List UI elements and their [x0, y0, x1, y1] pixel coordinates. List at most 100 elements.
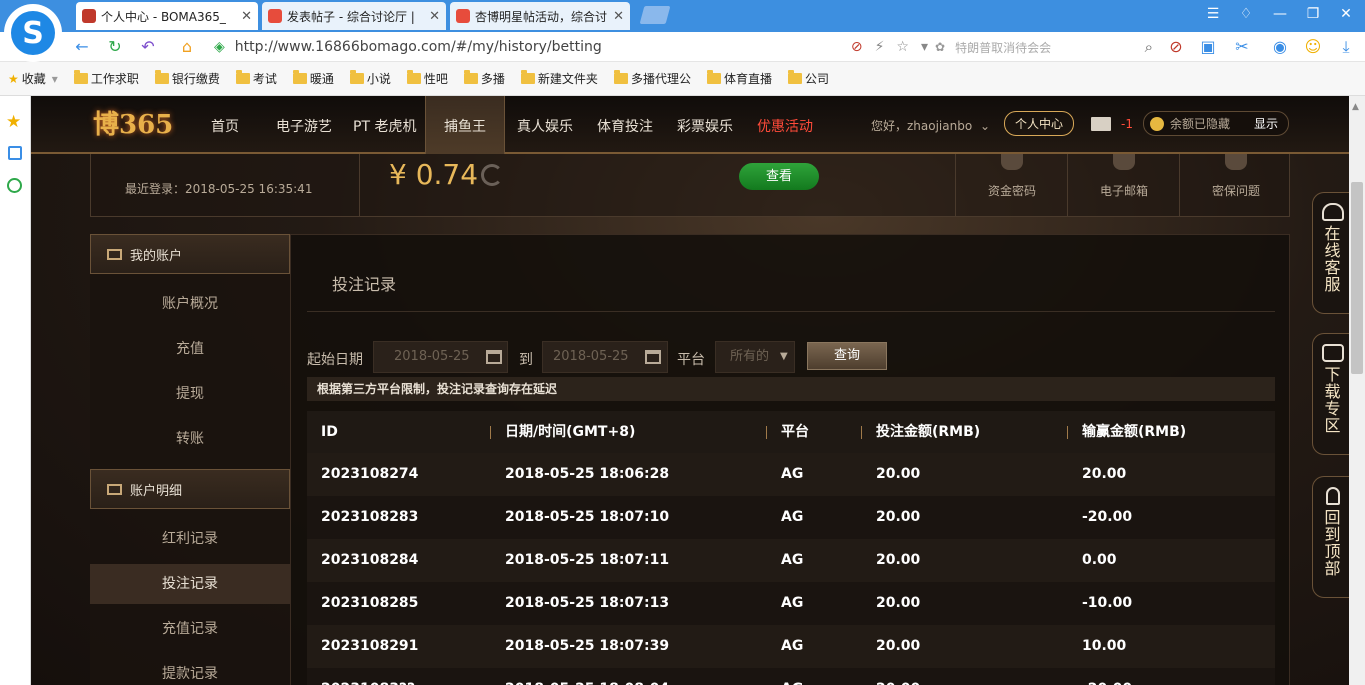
email-link[interactable]: 电子邮箱: [1067, 154, 1180, 216]
favorites-star-icon[interactable]: ★: [6, 112, 21, 132]
minimize-icon[interactable]: —: [1270, 6, 1290, 22]
end-date-input[interactable]: 2018-05-25: [542, 341, 668, 373]
menu-bonus-records[interactable]: 红利记录: [90, 519, 290, 559]
user-greeting[interactable]: 您好，zhaojianbo ⌄: [871, 117, 990, 134]
menu-deposit-records[interactable]: 充值记录: [90, 609, 290, 649]
url-text[interactable]: http://www.16866bomago.com/#/my/history/…: [235, 39, 602, 55]
undo-icon[interactable]: ↶: [138, 37, 158, 56]
tab-activity[interactable]: 杏博明星帖活动，综合讨 ✕: [450, 2, 630, 30]
nav-home[interactable]: 首页: [211, 116, 239, 136]
tab-close-icon[interactable]: ✕: [429, 9, 440, 24]
tab-title: 个人中心 - BOMA365_: [101, 9, 226, 24]
menu-account-overview[interactable]: 账户概况: [90, 284, 290, 324]
back-icon[interactable]: ←: [72, 37, 92, 56]
menu-betting-records[interactable]: 投注记录: [90, 564, 290, 604]
start-date-input[interactable]: 2018-05-25: [373, 341, 508, 373]
cell-datetime: 2018-05-25 18:06:28: [505, 466, 670, 482]
fund-password-link[interactable]: 资金密码: [955, 154, 1068, 216]
tab-user-center[interactable]: 个人中心 - BOMA365_ ✕: [76, 2, 258, 30]
show-balance-button[interactable]: 显示: [1254, 115, 1278, 132]
download-button[interactable]: 下载专区: [1312, 333, 1349, 455]
star-icon[interactable]: ☆: [896, 39, 909, 55]
folder-icon: [406, 70, 421, 84]
page-scrollbar[interactable]: ▲: [1349, 96, 1365, 685]
bookmark-folder[interactable]: 考试: [235, 70, 277, 87]
scrollbar-thumb[interactable]: [1351, 182, 1363, 374]
bookmark-folder[interactable]: 工作求职: [73, 70, 139, 87]
cell-platform: AG: [781, 595, 804, 611]
nav-lottery[interactable]: 彩票娱乐: [677, 116, 733, 136]
website-page: 博365 首页 电子游艺 PT 老虎机 捕鱼王 真人娱乐 体育投注 彩票娱乐 优…: [31, 96, 1349, 685]
menu-transfer[interactable]: 转账: [90, 419, 290, 459]
nav-fishing[interactable]: 捕鱼王: [425, 96, 505, 154]
bookmark-bar: ★ 收藏 ▾ 工作求职 银行缴费 考试 暖通 小说 性吧 多播 新建文件夹 多播代理…: [0, 62, 1365, 96]
block-icon[interactable]: ⊘: [1166, 37, 1186, 56]
download-icon[interactable]: ⤓: [1336, 37, 1356, 57]
secure-shield-icon: ◈: [214, 39, 225, 55]
close-window-icon[interactable]: ✕: [1336, 6, 1356, 22]
reading-icon[interactable]: [8, 146, 22, 160]
rocket-icon: [1325, 487, 1340, 505]
address-bar[interactable]: ◈ http://www.16866bomago.com/#/my/histor…: [214, 34, 928, 60]
menu-withdrawal-records[interactable]: 提款记录: [90, 654, 290, 685]
lightning-icon[interactable]: ⚡: [875, 39, 885, 55]
menu-withdraw[interactable]: 提现: [90, 374, 290, 414]
bookmark-folder[interactable]: 多播: [463, 70, 505, 87]
back-to-top-button[interactable]: 回到顶部: [1312, 476, 1349, 598]
new-tab-button[interactable]: [639, 6, 671, 24]
bookmark-folder[interactable]: 小说: [349, 70, 391, 87]
mail-icon[interactable]: [1091, 117, 1111, 131]
cell-bet: 20.00: [876, 668, 920, 685]
calendar-icon[interactable]: [486, 350, 502, 364]
online-service-button[interactable]: 在线客服: [1312, 192, 1349, 314]
query-button[interactable]: 查询: [807, 342, 887, 370]
history-clock-icon[interactable]: [7, 178, 22, 193]
bookmark-folder[interactable]: 多播代理公: [613, 70, 691, 87]
scissors-icon[interactable]: ✂: [1232, 37, 1252, 56]
translate-icon[interactable]: ◉: [1270, 37, 1290, 56]
scroll-up-icon[interactable]: ▲: [1352, 102, 1359, 112]
folder-icon: [463, 70, 478, 84]
menu-icon[interactable]: ☰: [1203, 6, 1223, 22]
bookmark-favorites[interactable]: ★ 收藏 ▾: [8, 70, 58, 87]
user-center-button[interactable]: 个人中心: [1004, 111, 1075, 136]
home-icon[interactable]: ⌂: [177, 37, 197, 56]
bookmark-folder[interactable]: 公司: [787, 70, 829, 87]
skin-icon[interactable]: ♢: [1236, 6, 1256, 22]
bookmark-folder[interactable]: 银行缴费: [154, 70, 220, 87]
menu-deposit[interactable]: 充值: [90, 329, 290, 369]
reload-icon[interactable]: ↻: [105, 37, 125, 56]
search-placeholder[interactable]: 特朗普取消待会会: [955, 39, 1051, 56]
nav-pt-slots[interactable]: PT 老虎机: [353, 116, 416, 136]
cell-winloss: 0.00: [1082, 552, 1117, 568]
tab-close-icon[interactable]: ✕: [241, 9, 252, 24]
security-question-link[interactable]: 密保问题: [1179, 154, 1292, 216]
bookmark-folder[interactable]: 暖通: [292, 70, 334, 87]
nav-egames[interactable]: 电子游艺: [276, 116, 332, 136]
platform-select[interactable]: 所有的 ▼: [715, 341, 795, 373]
forum-favicon-icon: [268, 9, 282, 23]
emoji-icon[interactable]: ☺: [1303, 37, 1323, 56]
bookmark-folder[interactable]: 新建文件夹: [520, 70, 598, 87]
nav-live-casino[interactable]: 真人娱乐: [517, 116, 573, 136]
cell-winloss: -20.00: [1082, 509, 1133, 525]
delay-notice: 根据第三方平台限制，投注记录查询存在延迟: [307, 377, 1275, 401]
site-logo[interactable]: 博365: [93, 104, 181, 148]
calendar-icon[interactable]: [645, 350, 661, 364]
restore-icon[interactable]: ❐: [1303, 6, 1323, 22]
refresh-icon[interactable]: [481, 164, 503, 186]
search-box[interactable]: ✿ 特朗普取消待会会 ⌕: [935, 34, 1153, 60]
search-icon[interactable]: ⌕: [1145, 38, 1153, 56]
extension-icon[interactable]: ▣: [1198, 37, 1218, 56]
adblock-icon[interactable]: ⊘: [851, 39, 863, 55]
tab-close-icon[interactable]: ✕: [613, 9, 624, 24]
dropdown-icon[interactable]: ▾: [921, 39, 928, 55]
col-separator: [490, 426, 491, 439]
balance-hidden-text: 余额已隐藏: [1170, 117, 1231, 131]
bookmark-folder[interactable]: 体育直播: [706, 70, 772, 87]
nav-promotions[interactable]: 优惠活动: [757, 116, 813, 136]
tab-post[interactable]: 发表帖子 - 综合讨论厅 | ✕: [262, 2, 446, 30]
nav-sports[interactable]: 体育投注: [597, 116, 653, 136]
bookmark-folder[interactable]: 性吧: [406, 70, 448, 87]
view-button[interactable]: 查看: [739, 163, 819, 190]
